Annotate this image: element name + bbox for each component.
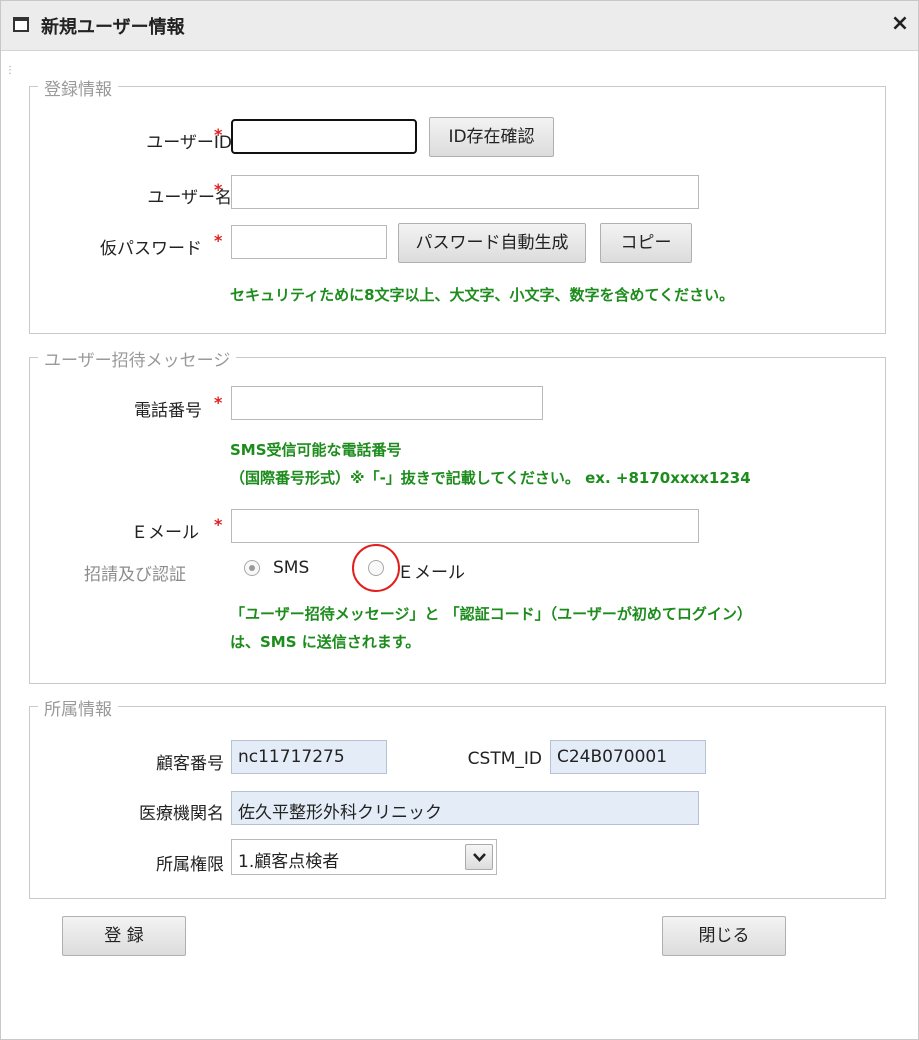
chevron-down-icon[interactable] — [465, 844, 493, 870]
institution-label: 医療機関名 — [139, 804, 224, 824]
required-mark: * — [214, 231, 223, 250]
phone-label: 電話番号 — [134, 401, 202, 421]
new-user-dialog: 新規ユーザー情報 × ⋮ 登録情報 ユーザーID * ID存在確認 ユーザー名 … — [0, 0, 919, 1040]
resize-marker: ⋮ — [5, 65, 15, 76]
password-note: セキュリティために8文字以上、大文字、小文字、数字を含めてください。 — [230, 286, 735, 304]
send-note-line2: は、SMS に送信されます。 — [230, 633, 421, 651]
dialog-title: 新規ユーザー情報 — [41, 17, 185, 38]
radio-sms-label[interactable]: SMS — [273, 558, 309, 578]
user-id-input[interactable] — [231, 119, 417, 154]
temp-password-input[interactable] — [231, 225, 387, 259]
temp-password-label: 仮パスワード — [100, 239, 202, 259]
institution-field: 佐久平整形外科クリニック — [231, 791, 699, 825]
email-input[interactable] — [231, 509, 699, 543]
cstm-id-field: C24B070001 — [550, 740, 706, 774]
email-label: Ｅメール — [131, 523, 199, 543]
cstm-id-label: CSTM_ID — [467, 749, 542, 769]
invitation-group: ユーザー招待メッセージ 電話番号 * SMS受信可能な電話番号 （国際番号形式）… — [29, 346, 886, 684]
role-select-value: 1.顧客点検者 — [238, 852, 340, 872]
id-check-button[interactable]: ID存在確認 — [429, 117, 554, 157]
dialog-titlebar: 新規ユーザー情報 × — [1, 1, 918, 51]
required-mark: * — [214, 180, 223, 199]
customer-number-label: 顧客番号 — [156, 754, 224, 774]
user-name-input[interactable] — [231, 175, 699, 209]
close-icon[interactable]: × — [888, 11, 912, 37]
required-mark: * — [214, 125, 223, 144]
send-note-line1: 「ユーザー招待メッセージ」と 「認証コード」（ユーザーが初めてログイン） — [230, 605, 752, 623]
required-mark: * — [214, 515, 223, 534]
invitation-legend: ユーザー招待メッセージ — [38, 346, 237, 371]
window-icon — [13, 17, 29, 32]
role-label: 所属権限 — [156, 855, 224, 875]
role-select[interactable]: 1.顧客点検者 — [231, 839, 497, 875]
phone-input[interactable] — [231, 386, 543, 420]
radio-email-label[interactable]: Ｅメール — [397, 558, 465, 583]
radio-sms[interactable] — [244, 560, 260, 576]
registration-legend: 登録情報 — [38, 75, 118, 100]
registration-group: 登録情報 ユーザーID * ID存在確認 ユーザー名 * 仮パスワード * パス… — [29, 75, 886, 334]
register-button[interactable]: 登 録 — [62, 916, 186, 956]
copy-button[interactable]: コピー — [600, 223, 692, 263]
affiliation-group: 所属情報 顧客番号 nc11717275 CSTM_ID C24B070001 … — [29, 695, 886, 899]
required-mark: * — [214, 393, 223, 412]
customer-number-field: nc11717275 — [231, 740, 387, 774]
auth-method-label: 招請及び認証 — [84, 565, 186, 585]
highlight-circle — [352, 544, 400, 592]
close-button[interactable]: 閉じる — [662, 916, 786, 956]
phone-note-line1: SMS受信可能な電話番号 — [230, 441, 402, 459]
affiliation-legend: 所属情報 — [38, 695, 118, 720]
phone-note-line2: （国際番号形式）※「-」抜きで記載してください。 ex. +8170xxxx12… — [230, 469, 751, 487]
auto-generate-password-button[interactable]: パスワード自動生成 — [398, 223, 586, 263]
